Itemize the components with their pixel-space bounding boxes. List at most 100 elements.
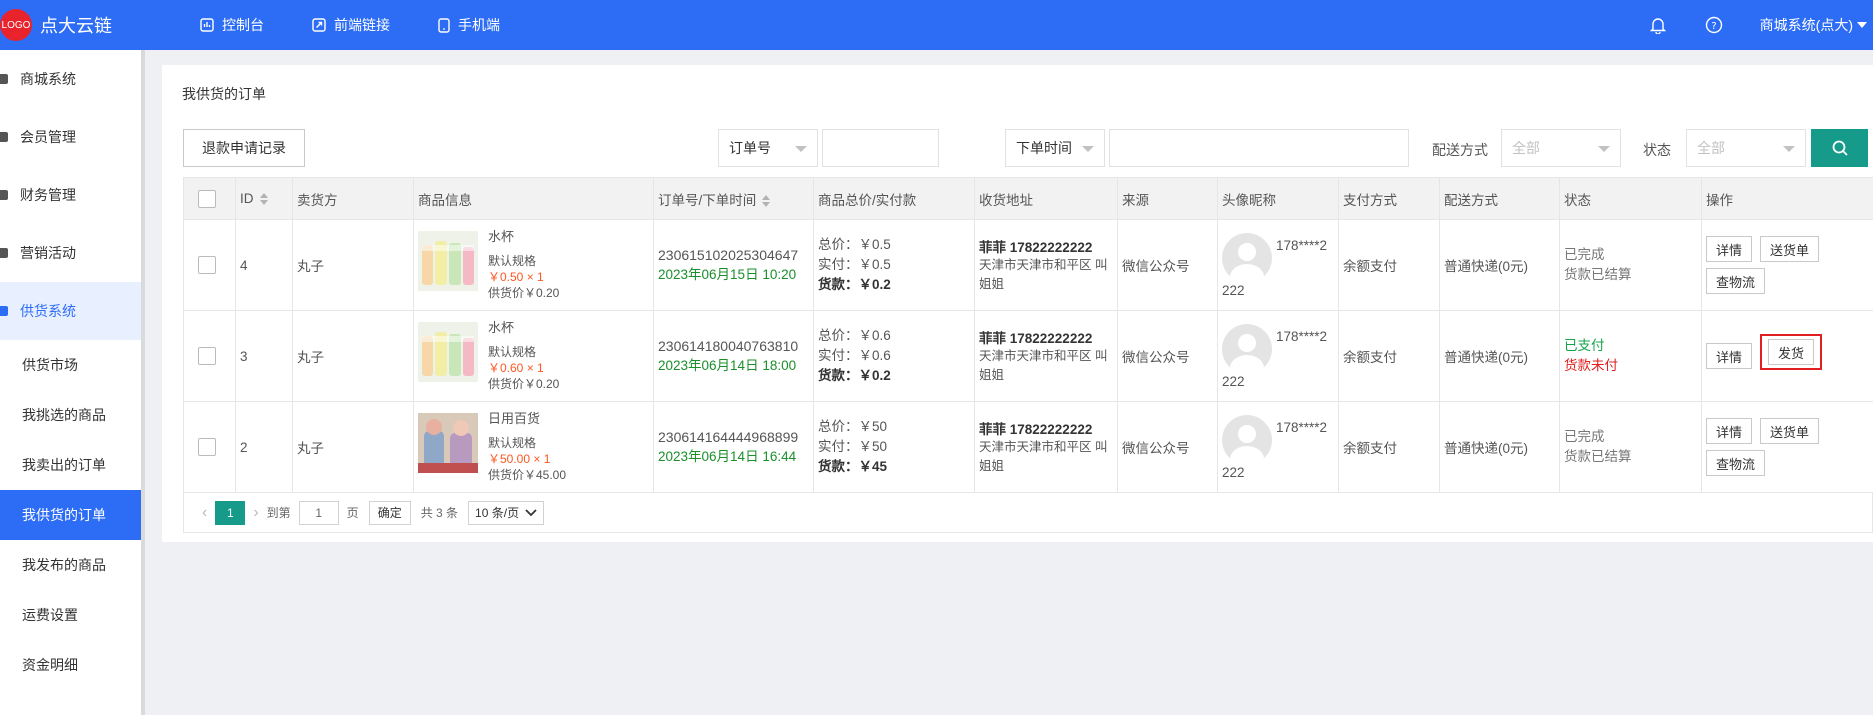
ship-button[interactable]: 发货 <box>1768 339 1815 365</box>
current-page[interactable]: 1 <box>215 500 246 525</box>
member-icon <box>0 132 8 142</box>
detail-button[interactable]: 详情 <box>1706 343 1753 369</box>
row-checkbox[interactable] <box>198 438 216 456</box>
product-name: 水杯 <box>488 229 515 244</box>
row-checkbox[interactable] <box>198 347 216 365</box>
delivery-select[interactable]: 全部 <box>1501 129 1621 167</box>
order-number: 230614164444968899 <box>658 429 799 445</box>
cell-id: 3 <box>235 310 293 402</box>
track-logistics-button[interactable]: 查物流 <box>1706 268 1766 294</box>
cell-status: 已完成 货款已结算 <box>1559 219 1702 311</box>
user-menu[interactable]: 商城系统(点大) <box>1760 15 1873 35</box>
col-id[interactable]: ID <box>235 177 293 220</box>
sidebar-sub-sold-orders[interactable]: 我卖出的订单 <box>0 440 141 490</box>
detail-button[interactable]: 详情 <box>1706 236 1753 262</box>
chevron-right-icon[interactable]: › <box>253 504 258 522</box>
status-select[interactable]: 全部 <box>1686 129 1806 167</box>
nav-dashboard[interactable]: 控制台 <box>200 15 264 35</box>
nav-mobile-label: 手机端 <box>458 17 500 33</box>
sidebar-item-finance-management[interactable]: 财务管理 <box>0 166 141 224</box>
goto-page-input[interactable]: 1 <box>298 500 339 525</box>
page-size-select[interactable]: 10 条/页 <box>468 500 545 525</box>
col-status: 状态 <box>1559 177 1702 220</box>
col-pay-method: 支付方式 <box>1338 177 1440 220</box>
search-button[interactable] <box>1811 129 1868 167</box>
col-id-label: ID <box>240 191 254 206</box>
sidebar-item-member-management[interactable]: 会员管理 <box>0 108 141 166</box>
cell-pay-method: 余额支付 <box>1338 310 1440 402</box>
nav-frontend-link-label: 前端链接 <box>334 17 390 33</box>
gift-icon <box>0 248 8 258</box>
cell-delivery: 普通快递(0元) <box>1439 401 1560 493</box>
main-panel: 我供货的订单 退款申请记录 订单号 下单时间 配送方式 全部 状态 全部 ID … <box>162 65 1873 542</box>
receiver-name-phone: 菲菲 17822222222 <box>979 331 1093 346</box>
cell-source: 微信公众号 <box>1117 401 1218 493</box>
cell-order: 230614164444968899 2023年06月14日 16:44 <box>653 401 814 493</box>
sidebar-item-label: 商城系统 <box>20 71 76 87</box>
col-actions: 操作 <box>1701 177 1873 220</box>
order-time-input[interactable] <box>1109 129 1409 167</box>
sidebar-item-marketing[interactable]: 营销活动 <box>0 224 141 282</box>
col-avatar: 头像昵称 <box>1217 177 1339 220</box>
goto-confirm-button[interactable]: 确定 <box>368 500 411 525</box>
order-number-input[interactable] <box>822 129 939 167</box>
user-name: 商城系统(点大) <box>1759 17 1853 33</box>
sidebar-item-supply-system[interactable]: 供货系统 <box>0 282 141 340</box>
delivery-note-button[interactable]: 送货单 <box>1760 418 1820 444</box>
ship-button-highlight: 发货 <box>1760 334 1823 370</box>
select-all-checkbox[interactable] <box>198 189 216 208</box>
search-icon <box>1832 140 1848 156</box>
nav-frontend-link[interactable]: 前端链接 <box>312 15 390 35</box>
row-checkbox[interactable] <box>198 256 216 274</box>
product-price-qty: ￥50.00 × 1 <box>488 452 551 466</box>
table-row: 3 丸子 水杯 默认规格 ￥0.60 × 1 供货价￥0.20 23061418… <box>183 310 1873 402</box>
cell-avatar: 178****2 222 <box>1217 401 1339 493</box>
sidebar-item-mall-system[interactable]: 商城系统 <box>0 50 141 108</box>
brand-name: 点大云链 <box>40 16 112 36</box>
chevron-down-icon <box>1082 146 1094 152</box>
track-logistics-button[interactable]: 查物流 <box>1706 450 1766 476</box>
time-field-select[interactable]: 下单时间 <box>1005 129 1105 167</box>
col-source: 来源 <box>1117 177 1218 220</box>
chevron-left-icon[interactable]: ‹ <box>202 504 207 522</box>
detail-button[interactable]: 详情 <box>1706 418 1753 444</box>
goto-label: 到第 <box>266 506 291 520</box>
nickname: 178****2 <box>1276 420 1328 435</box>
cell-price: 总价：￥50 实付：￥50 货款：￥45 <box>813 401 975 493</box>
delivery-note-button[interactable]: 送货单 <box>1760 236 1820 262</box>
sidebar-sub-shipping-settings[interactable]: 运费设置 <box>0 590 141 640</box>
help-icon[interactable]: ? <box>1704 15 1724 35</box>
pagination: ‹ 1 › 到第 1 页 确定 共 3 条 10 条/页 <box>183 493 1873 533</box>
row-select-cell <box>183 310 236 402</box>
table-row: 4 丸子 水杯 默认规格 ￥0.50 × 1 供货价￥0.20 23061510… <box>183 219 1873 311</box>
total-price: 总价：￥50 <box>818 419 888 434</box>
product-price-qty: ￥0.50 × 1 <box>488 270 544 284</box>
sidebar-sub-fund-details[interactable]: 资金明细 <box>0 640 141 690</box>
chevron-down-icon <box>1598 146 1610 152</box>
sort-icon[interactable] <box>259 193 268 206</box>
dashboard-icon <box>200 18 214 32</box>
nav-mobile[interactable]: 手机端 <box>438 15 500 35</box>
cell-delivery: 普通快递(0元) <box>1439 219 1560 311</box>
product-thumbnail-cups <box>418 322 478 382</box>
refund-records-button[interactable]: 退款申请记录 <box>183 129 305 167</box>
sidebar-sub-picked-products[interactable]: 我挑选的商品 <box>0 390 141 440</box>
nickname: 178****2 <box>1276 238 1328 253</box>
sidebar-sub-supply-market[interactable]: 供货市场 <box>0 340 141 390</box>
delivery-select-value: 全部 <box>1512 140 1540 156</box>
sidebar-sub-supplied-orders[interactable]: 我供货的订单 <box>0 490 141 540</box>
cell-product: 水杯 默认规格 ￥0.50 × 1 供货价￥0.20 <box>413 219 654 311</box>
order-field-select-value: 订单号 <box>729 140 771 156</box>
col-order[interactable]: 订单号/下单时间 <box>653 177 814 220</box>
order-status: 已支付 <box>1564 338 1605 353</box>
cell-order: 230614180040763810 2023年06月14日 18:00 <box>653 310 814 402</box>
delivery-label: 配送方式 <box>1432 142 1488 158</box>
sort-icon[interactable] <box>762 194 771 207</box>
sidebar-item-label: 财务管理 <box>20 187 76 203</box>
col-seller: 卖货方 <box>292 177 414 220</box>
order-field-select[interactable]: 订单号 <box>718 129 818 167</box>
col-order-label: 订单号/下单时间 <box>658 192 757 208</box>
top-nav: 控制台 前端链接 手机端 <box>200 15 548 35</box>
bell-icon[interactable] <box>1648 15 1668 35</box>
sidebar-sub-published-products[interactable]: 我发布的商品 <box>0 540 141 590</box>
